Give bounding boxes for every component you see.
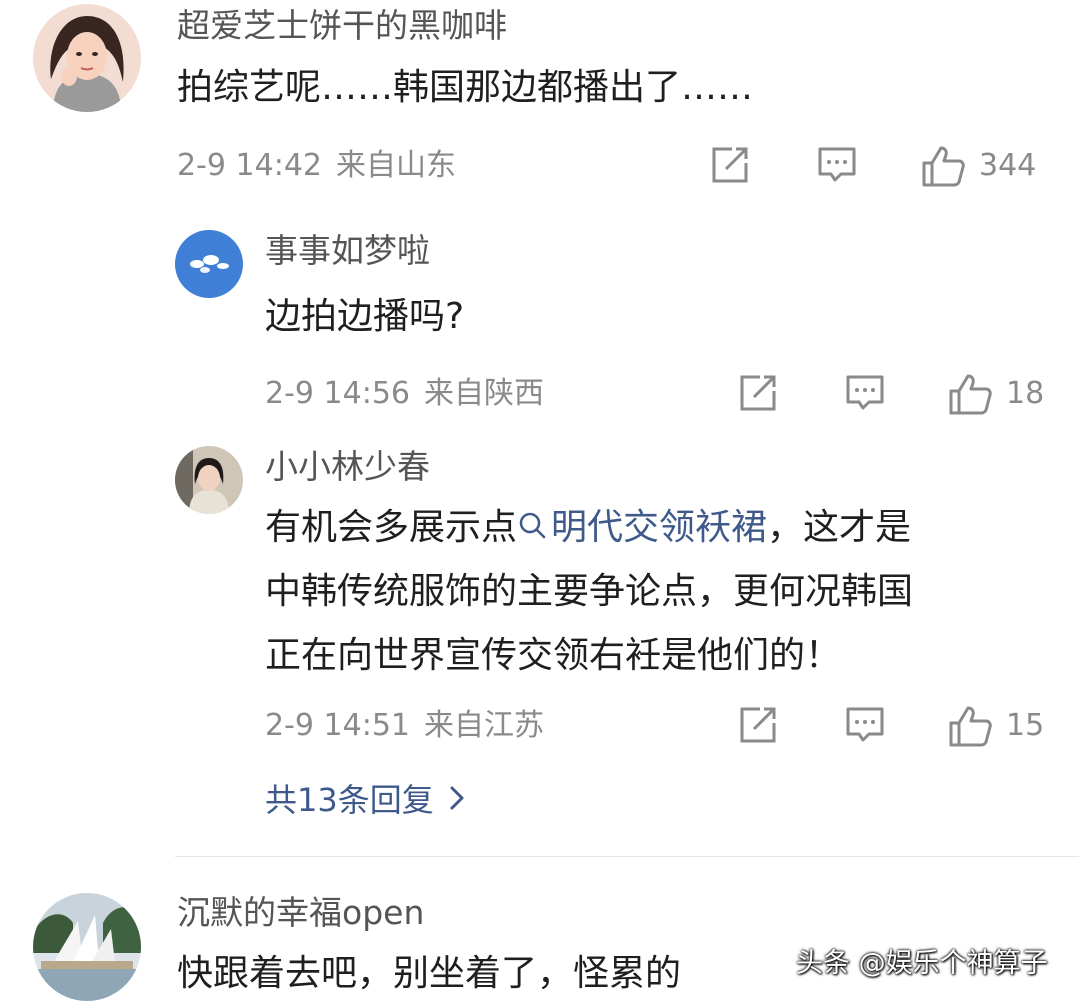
reply-button[interactable] — [845, 373, 885, 413]
comment-icon — [845, 373, 885, 413]
username[interactable]: 小小林少春 — [265, 447, 430, 487]
comment-text: 快跟着去吧，别坐着了，怪累的 — [177, 953, 682, 994]
topic-link-text: 明代交领袄裙 — [551, 507, 768, 548]
comment-meta: 2-9 14:51 来自江苏 — [265, 706, 544, 746]
timestamp: 2-9 14:51 — [265, 708, 410, 743]
share-icon — [738, 373, 778, 413]
like-count: 15 — [1006, 708, 1045, 743]
avatar[interactable] — [33, 4, 141, 112]
comment-text: 边拍边播吗? — [265, 296, 465, 337]
timestamp: 2-9 14:42 — [177, 148, 322, 183]
location: 来自山东 — [336, 148, 456, 183]
timestamp: 2-9 14:56 — [265, 376, 410, 411]
username[interactable]: 沉默的幸福open — [177, 893, 424, 933]
share-icon — [710, 145, 750, 185]
location: 来自陕西 — [424, 376, 544, 411]
avatar[interactable] — [175, 230, 243, 298]
search-icon — [517, 498, 547, 560]
comment-text-prefix: 有机会多展示点 — [265, 507, 518, 548]
reply-button[interactable] — [845, 705, 885, 745]
view-all-replies-link[interactable]: 共13条回复 — [265, 780, 466, 820]
username[interactable]: 超爱芝士饼干的黑咖啡 — [177, 6, 507, 46]
avatar[interactable] — [175, 446, 243, 514]
location: 来自江苏 — [424, 708, 544, 743]
like-button[interactable]: 15 — [948, 705, 1044, 747]
like-icon — [948, 373, 992, 415]
avatar[interactable] — [33, 893, 141, 1001]
replies-link-label: 共13条回复 — [265, 781, 434, 819]
comment-text: 有机会多展示点 明代交领袄裙，这才是 — [265, 497, 911, 560]
like-button[interactable]: 18 — [948, 373, 1044, 415]
like-icon — [921, 145, 965, 187]
like-count: 18 — [1006, 376, 1045, 411]
like-button[interactable]: 344 — [921, 145, 1036, 187]
watermark: 头条 @娱乐个神算子 — [796, 948, 1048, 979]
username[interactable]: 事事如梦啦 — [265, 231, 430, 271]
comment-text-line: 正在向世界宣传交领右衽是他们的！ — [265, 635, 842, 676]
comment-text: 拍综艺呢……韩国那边都播出了…… — [177, 67, 754, 108]
comment-icon — [845, 705, 885, 745]
divider — [175, 856, 1079, 857]
share-button[interactable] — [710, 145, 750, 185]
chevron-right-icon — [448, 780, 466, 820]
comment-icon — [817, 145, 857, 185]
share-button[interactable] — [738, 373, 778, 413]
share-button[interactable] — [738, 705, 778, 745]
comment-text-line: 中韩传统服饰的主要争论点，更何况韩国 — [265, 571, 914, 612]
comment-text-suffix: ，这才是 — [767, 507, 912, 548]
share-icon — [738, 705, 778, 745]
like-count: 344 — [979, 148, 1037, 183]
reply-button[interactable] — [817, 145, 857, 185]
comment-meta: 2-9 14:56 来自陕西 — [265, 374, 544, 414]
topic-search-link[interactable]: 明代交领袄裙 — [517, 507, 767, 548]
comment-thread: 超爱芝士饼干的黑咖啡 拍综艺呢……韩国那边都播出了…… 2-9 14:42 来自山… — [0, 0, 1079, 1004]
comment-meta: 2-9 14:42 来自山东 — [177, 146, 456, 186]
like-icon — [948, 705, 992, 747]
